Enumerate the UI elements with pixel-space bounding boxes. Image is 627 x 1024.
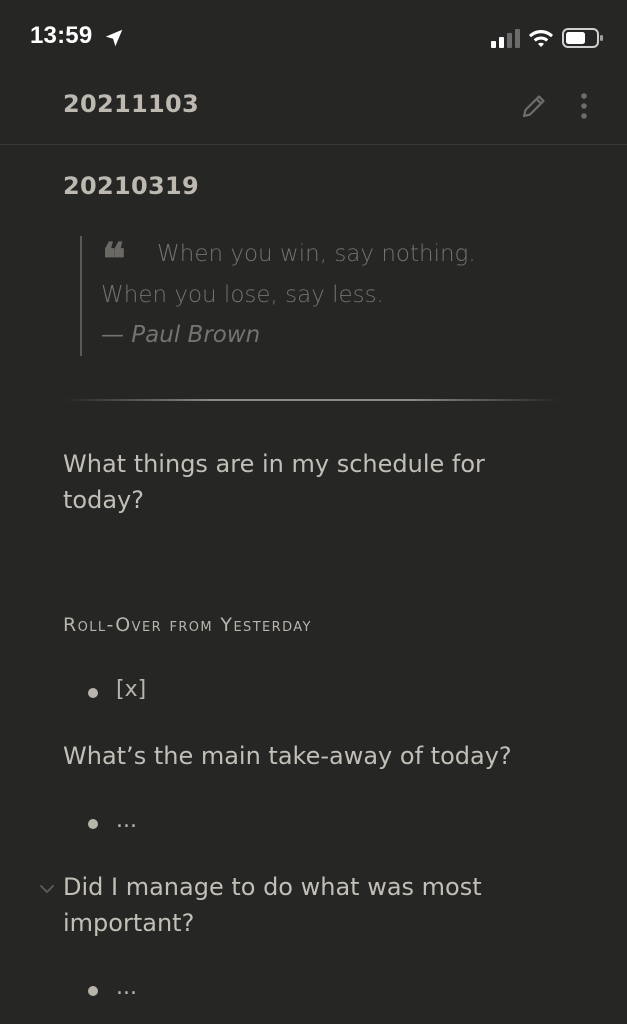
note-title: 20211103 xyxy=(63,90,199,118)
question-schedule: What things are in my schedule for today… xyxy=(63,450,485,514)
quote-mark-icon: ❝ xyxy=(102,234,126,285)
chevron-down-icon[interactable] xyxy=(38,880,56,898)
horizontal-divider xyxy=(64,399,560,401)
note-header: 20211103 xyxy=(0,80,627,145)
edit-button[interactable] xyxy=(516,88,552,124)
blockquote: ❝ When you win, say nothing. When you lo… xyxy=(80,236,552,356)
wifi-icon xyxy=(529,30,553,47)
quote-line-1: When you win, say nothing. xyxy=(157,241,476,267)
location-arrow-icon xyxy=(105,29,123,47)
more-options-button[interactable] xyxy=(570,88,598,124)
section-label-roll-over: Roll-Over from Yesterday xyxy=(63,614,312,636)
pencil-icon xyxy=(522,95,545,118)
quote-line-2: When you lose, say less. xyxy=(101,282,384,308)
list-item: ... xyxy=(116,808,137,833)
battery-icon xyxy=(562,28,603,48)
question-take-away: What’s the main take-away of today? xyxy=(63,742,512,770)
bullet-dot xyxy=(88,986,98,996)
status-bar: 13:59 xyxy=(0,0,627,80)
quote-author: — Paul Brown xyxy=(101,322,261,348)
bullet-dot xyxy=(88,819,98,829)
bullet-dot xyxy=(88,688,98,698)
status-time: 13:59 xyxy=(30,22,93,49)
note-heading: 20210319 xyxy=(63,172,199,200)
list-item: [x] xyxy=(116,677,147,702)
cellular-signal-icon xyxy=(491,29,520,48)
list-item: ... xyxy=(116,975,137,1000)
more-vertical-icon xyxy=(581,93,587,119)
question-most-important: Did I manage to do what was most importa… xyxy=(63,873,482,937)
